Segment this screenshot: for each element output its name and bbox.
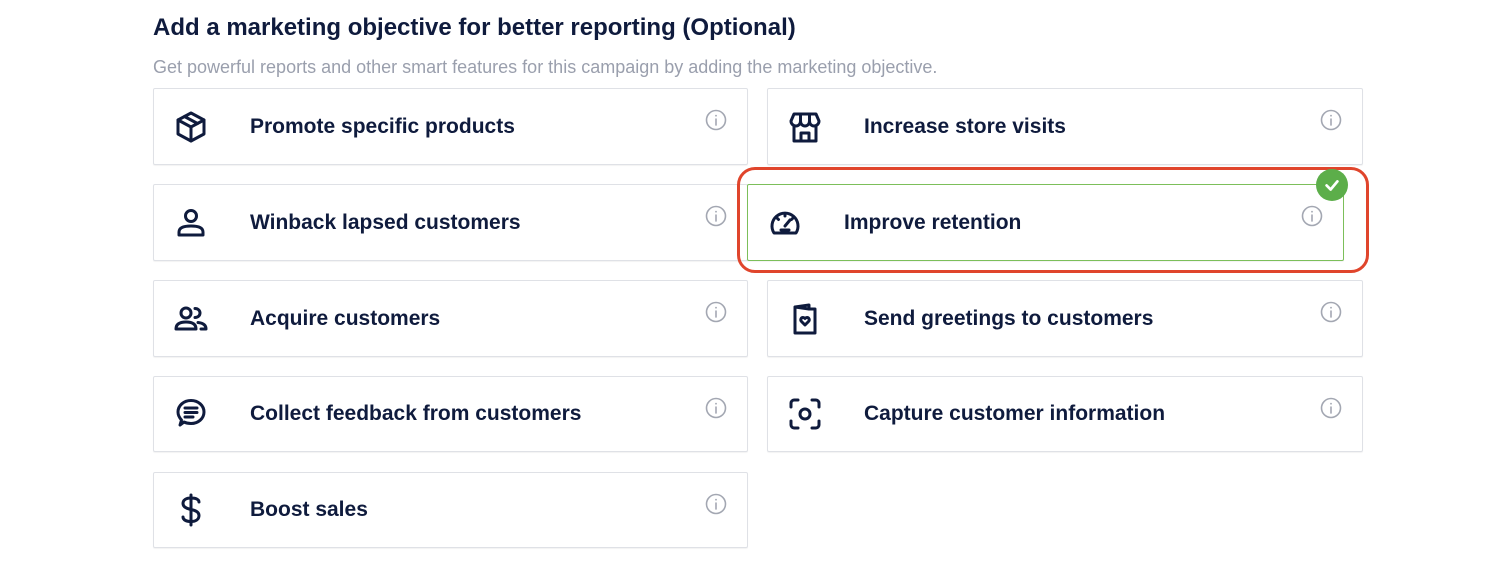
info-icon[interactable] <box>1320 301 1342 323</box>
page-subtitle: Get powerful reports and other smart fea… <box>153 57 938 77</box>
info-icon[interactable] <box>705 493 727 515</box>
objective-label: Acquire customers <box>250 306 441 330</box>
chat-bubble-icon <box>174 397 208 431</box>
objective-card-boost-sales[interactable]: Boost sales <box>153 472 748 548</box>
store-icon <box>788 110 822 144</box>
speedometer-icon <box>768 206 802 240</box>
objective-label: Winback lapsed customers <box>250 210 521 234</box>
box-icon <box>174 110 208 144</box>
objective-label: Improve retention <box>844 210 1022 234</box>
objective-label: Capture customer information <box>864 402 1166 425</box>
objective-label: Increase store visits <box>864 114 1066 138</box>
users-icon <box>174 302 208 336</box>
info-icon[interactable] <box>1301 205 1323 227</box>
objective-label: Promote specific products <box>250 114 515 138</box>
info-icon[interactable] <box>705 397 727 419</box>
info-icon[interactable] <box>1320 397 1342 419</box>
page-title: Add a marketing objective for better rep… <box>153 14 796 41</box>
objective-card-winback-lapsed-customers[interactable]: Winback lapsed customers <box>153 184 748 261</box>
info-icon[interactable] <box>705 205 727 227</box>
greeting-card-icon <box>788 302 822 336</box>
info-icon[interactable] <box>705 301 727 323</box>
objective-card-increase-store-visits[interactable]: Increase store visits <box>767 88 1363 165</box>
objective-card-improve-retention[interactable]: Improve retention <box>747 184 1344 261</box>
objective-card-promote-specific-products[interactable]: Promote specific products <box>153 88 748 165</box>
objective-label: Boost sales <box>250 498 368 521</box>
objective-card-capture-customer-information[interactable]: Capture customer information <box>767 376 1363 452</box>
objective-card-collect-feedback[interactable]: Collect feedback from customers <box>153 376 748 452</box>
info-icon[interactable] <box>1320 109 1342 131</box>
info-icon[interactable] <box>705 109 727 131</box>
dollar-icon <box>174 493 208 527</box>
objective-card-send-greetings[interactable]: Send greetings to customers <box>767 280 1363 357</box>
check-icon <box>1316 169 1348 201</box>
objective-card-acquire-customers[interactable]: Acquire customers <box>153 280 748 357</box>
scan-icon <box>788 397 822 431</box>
user-icon <box>174 206 208 240</box>
objective-label: Collect feedback from customers <box>250 402 582 425</box>
objective-label: Send greetings to customers <box>864 306 1154 330</box>
